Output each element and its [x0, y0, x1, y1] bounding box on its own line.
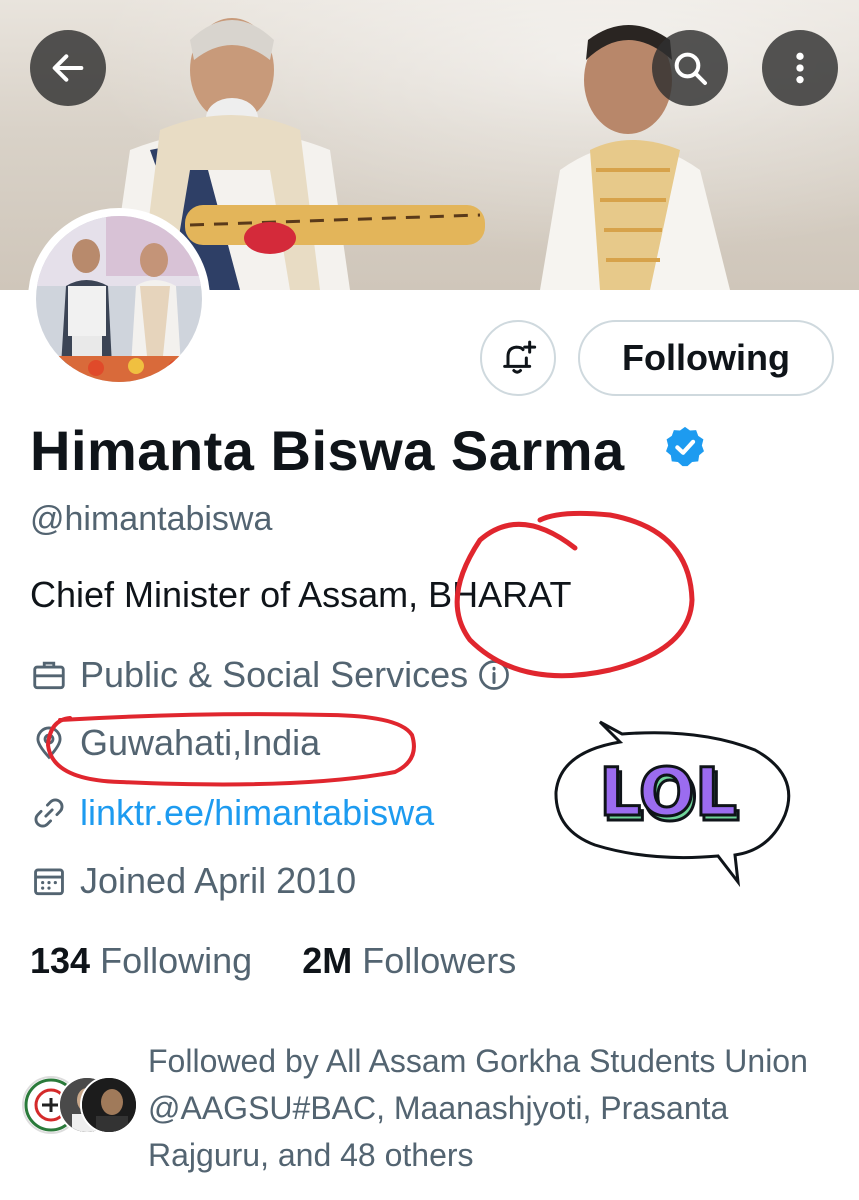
search-icon — [674, 52, 707, 85]
notifications-button[interactable] — [480, 320, 556, 396]
location-text: Guwahati,India — [80, 722, 321, 763]
calendar-icon — [34, 868, 64, 896]
bell-plus-icon — [503, 340, 537, 374]
category-row: Public & Social Services — [30, 654, 524, 696]
website-link[interactable]: linktr.ee/himantabiswa — [80, 792, 434, 834]
following-button[interactable]: Following — [578, 320, 834, 396]
svg-text:LOL: LOL — [602, 759, 740, 836]
profile-handle: @himantabiswa — [30, 500, 273, 538]
profile-avatar[interactable] — [28, 208, 210, 390]
search-button[interactable] — [652, 30, 728, 106]
svg-text:LOL: LOL — [599, 754, 737, 831]
profile-name: Himanta Biswa Sarma — [30, 419, 625, 482]
info-icon[interactable] — [476, 657, 512, 693]
following-stat[interactable]: 134 Following — [30, 940, 252, 981]
follower-avatar-prasanta[interactable] — [80, 1076, 138, 1134]
location-row: Guwahati,India — [30, 722, 320, 764]
followed-by-text[interactable]: Followed by All Assam Gorkha Students Un… — [148, 1038, 808, 1179]
more-options-button[interactable] — [762, 30, 838, 106]
link-icon — [34, 798, 64, 828]
profile-bio: Chief Minister of Assam, BHARAT — [30, 574, 572, 615]
briefcase-icon — [33, 661, 65, 690]
lol-sticker: LOL LOL — [598, 753, 742, 838]
back-button[interactable] — [30, 30, 106, 106]
website-row: linktr.ee/himantabiswa — [30, 792, 434, 834]
joined-row: Joined April 2010 — [30, 860, 356, 902]
avatar-photo — [36, 216, 202, 382]
more-vertical-icon — [796, 52, 804, 84]
joined-text: Joined April 2010 — [80, 860, 357, 901]
arrow-left-icon — [52, 54, 84, 82]
verified-badge-icon[interactable] — [662, 424, 708, 470]
category-text: Public & Social Services — [80, 654, 469, 695]
followers-stat[interactable]: 2M Followers — [302, 940, 516, 981]
lol-speech-bubble — [554, 720, 791, 888]
follow-stats: 134 Following 2M Followers — [30, 940, 516, 982]
location-pin-icon — [36, 726, 62, 760]
